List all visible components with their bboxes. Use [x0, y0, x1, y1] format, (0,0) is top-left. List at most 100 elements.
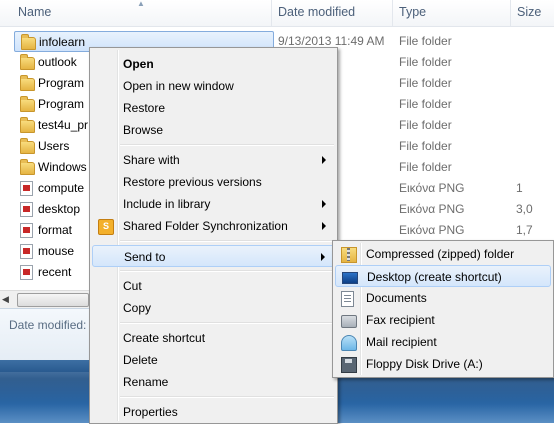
- menu-item-label: Floppy Disk Drive (A:): [366, 357, 483, 371]
- menu-item-label: Include in library: [123, 197, 211, 211]
- desktop-icon: [342, 272, 358, 284]
- png-file-icon: [20, 181, 33, 196]
- column-header-name[interactable]: Name: [12, 0, 272, 26]
- menu-item-label: Rename: [123, 375, 169, 389]
- submenu-arrow-icon: [322, 200, 326, 208]
- file-name: desktop: [38, 202, 81, 216]
- folder-icon: [20, 138, 35, 154]
- file-name: Windows: [38, 160, 87, 174]
- menu-item-label: Mail recipient: [366, 335, 437, 349]
- menu-item-fax-recipient[interactable]: Fax recipient: [335, 309, 551, 331]
- menu-item-shared-folder-synchronization[interactable]: S Shared Folder Synchronization: [92, 215, 335, 237]
- menu-item-cut[interactable]: Cut: [92, 275, 335, 297]
- scroll-left-arrow-icon[interactable]: ◀: [2, 294, 9, 305]
- column-header-type[interactable]: Type: [393, 0, 511, 26]
- menu-separator: [120, 322, 334, 324]
- file-type: File folder: [399, 160, 452, 174]
- menu-item-send-to[interactable]: Send to: [92, 245, 335, 267]
- sync-icon: S: [98, 219, 114, 235]
- menu-item-label: Documents: [366, 291, 427, 305]
- menu-item-label: Open in new window: [123, 79, 234, 93]
- fax-icon: [341, 315, 357, 328]
- menu-item-browse[interactable]: Browse: [92, 119, 335, 141]
- menu-item-copy[interactable]: Copy: [92, 297, 335, 319]
- file-name: mouse: [38, 244, 75, 258]
- menu-item-label: Properties: [123, 405, 178, 419]
- send-to-submenu: Compressed (zipped) folder Desktop (creat…: [332, 240, 554, 378]
- column-header-size[interactable]: Size: [511, 0, 554, 26]
- folder-icon: [20, 96, 35, 112]
- menu-item-restore-previous-versions[interactable]: Restore previous versions: [92, 171, 335, 193]
- submenu-arrow-icon: [322, 222, 326, 230]
- png-file-icon: [20, 244, 33, 259]
- menu-item-open-in-new-window[interactable]: Open in new window: [92, 75, 335, 97]
- folder-icon: [21, 34, 36, 50]
- menu-item-properties[interactable]: Properties: [92, 401, 335, 423]
- menu-item-label: Copy: [123, 301, 152, 315]
- file-type: File folder: [399, 118, 452, 132]
- mail-icon: [341, 335, 357, 351]
- menu-item-label: Desktop (create shortcut): [367, 270, 502, 284]
- menu-item-label: Open: [123, 57, 154, 71]
- menu-item-share-with[interactable]: Share with: [92, 149, 335, 171]
- file-name: Program: [38, 97, 85, 111]
- file-size: 1,7: [516, 223, 533, 237]
- menu-item-label: Send to: [124, 250, 166, 264]
- png-file-icon: [20, 223, 33, 238]
- file-type: Εικόνα PNG: [399, 202, 465, 216]
- folder-icon: [20, 159, 35, 175]
- file-name: format: [38, 223, 73, 237]
- column-header-bar: ▲ Name Date modified Type Size: [0, 0, 554, 27]
- menu-item-rename[interactable]: Rename: [92, 371, 335, 393]
- column-header-date-modified[interactable]: Date modified: [272, 0, 393, 26]
- file-name: Program: [38, 76, 85, 90]
- file-type: Εικόνα PNG: [399, 223, 465, 237]
- menu-item-label: Shared Folder Synchronization: [123, 219, 288, 233]
- menu-separator: [120, 270, 334, 272]
- file-date-modified: 9/13/2013 11:49 AM: [278, 34, 385, 48]
- menu-item-desktop-create-shortcut[interactable]: Desktop (create shortcut): [335, 265, 551, 287]
- menu-separator: [120, 240, 334, 242]
- scrollbar-thumb[interactable]: [17, 293, 89, 307]
- menu-item-create-shortcut[interactable]: Create shortcut: [92, 327, 335, 349]
- file-type: File folder: [399, 97, 452, 111]
- zip-folder-icon: [341, 247, 357, 263]
- menu-item-include-in-library[interactable]: Include in library: [92, 193, 335, 215]
- file-name: outlook: [38, 55, 77, 69]
- file-type: File folder: [399, 139, 452, 153]
- menu-item-label: Compressed (zipped) folder: [366, 247, 515, 261]
- folder-icon: [20, 75, 35, 91]
- menu-item-label: Delete: [123, 353, 158, 367]
- menu-item-label: Fax recipient: [366, 313, 435, 327]
- documents-icon: [341, 291, 354, 307]
- file-type: File folder: [399, 55, 452, 69]
- menu-item-compressed-zipped-folder[interactable]: Compressed (zipped) folder: [335, 243, 551, 265]
- menu-item-open[interactable]: Open: [92, 53, 335, 75]
- file-type: File folder: [399, 34, 452, 48]
- folder-icon: [20, 117, 35, 133]
- submenu-arrow-icon: [321, 253, 325, 261]
- file-size: 3,0: [516, 202, 533, 216]
- menu-item-label: Share with: [123, 153, 180, 167]
- menu-separator: [120, 144, 334, 146]
- png-file-icon: [20, 202, 33, 217]
- menu-item-restore[interactable]: Restore: [92, 97, 335, 119]
- folder-icon: [20, 54, 35, 70]
- file-name: infolearn: [39, 35, 86, 49]
- menu-item-floppy-disk-drive-a[interactable]: Floppy Disk Drive (A:): [335, 353, 551, 375]
- submenu-arrow-icon: [322, 156, 326, 164]
- menu-item-documents[interactable]: Documents: [335, 287, 551, 309]
- file-type: File folder: [399, 76, 452, 90]
- file-name: compute: [38, 181, 85, 195]
- file-name: test4u_pr: [38, 118, 89, 132]
- menu-separator: [120, 396, 334, 398]
- file-size: 1: [516, 181, 523, 195]
- menu-item-mail-recipient[interactable]: Mail recipient: [335, 331, 551, 353]
- file-type: Εικόνα PNG: [399, 181, 465, 195]
- menu-item-label: Create shortcut: [123, 331, 206, 345]
- context-menu: Open Open in new window Restore Browse Share…: [89, 47, 338, 424]
- file-name: Users: [38, 139, 70, 153]
- menu-item-delete[interactable]: Delete: [92, 349, 335, 371]
- floppy-disk-icon: [341, 357, 357, 373]
- file-name: recent: [38, 265, 72, 279]
